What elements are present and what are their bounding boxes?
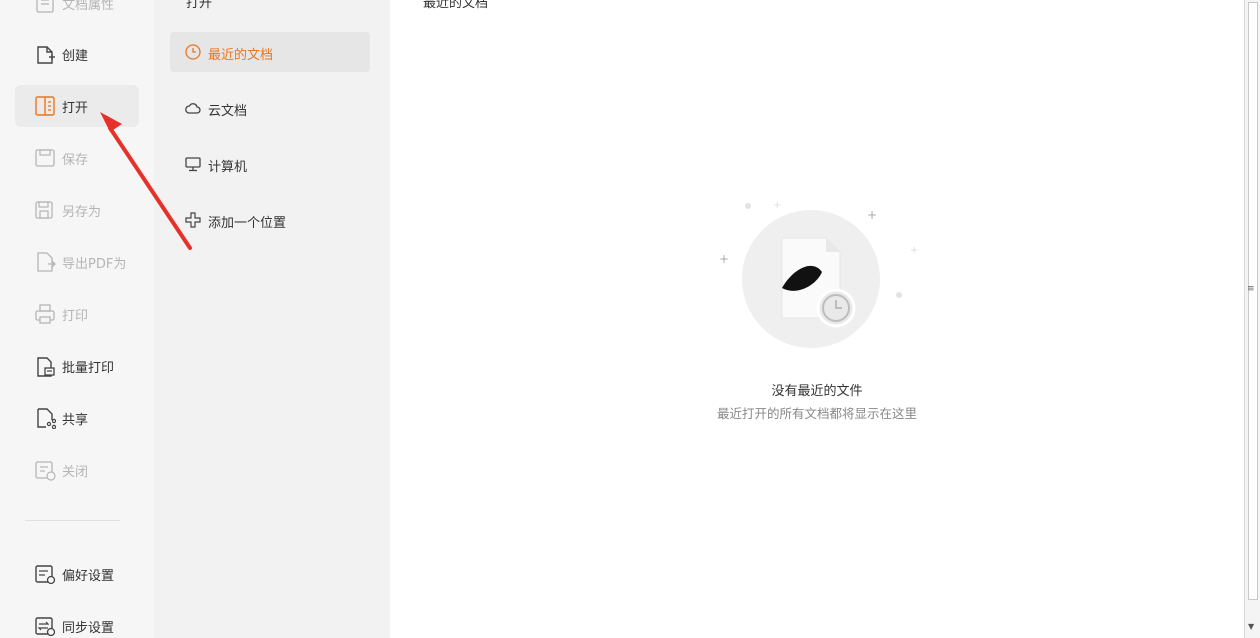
nav-item-label: 创建 <box>62 49 89 64</box>
nav-divider <box>25 520 120 521</box>
add-location-icon <box>185 212 201 228</box>
recent-documents-area: 最近的文档 + + + + 没有最近的文件 最近打开的所有文档都将显示在这里 <box>390 0 1244 638</box>
left-nav: 文档属性 创建 打开 保存 另存为 导出PDF为 打印 批量打印 共享 关闭 偏… <box>0 0 154 638</box>
svg-text:+: + <box>910 245 918 256</box>
nav-item-sync-settings[interactable]: 同步设置 <box>15 605 139 638</box>
close-doc-icon <box>35 461 56 481</box>
batch-print-icon <box>37 357 55 377</box>
open-location-panel: 打开 最近的文档 云文档 计算机 添加一个位置 <box>154 0 390 638</box>
nav-item-label: 打开 <box>62 101 89 116</box>
print-icon <box>35 304 55 324</box>
nav-item-share[interactable]: 共享 <box>15 397 139 439</box>
location-add-place[interactable]: 添加一个位置 <box>170 200 370 240</box>
save-as-icon <box>35 201 53 219</box>
page-title: 最近的文档 <box>423 0 489 11</box>
nav-item-label: 保存 <box>62 153 89 168</box>
save-icon <box>35 149 55 167</box>
nav-item-label: 同步设置 <box>62 621 115 636</box>
location-label: 云文档 <box>208 104 248 119</box>
document-properties-icon <box>36 0 54 13</box>
nav-item-close[interactable]: 关闭 <box>15 449 139 491</box>
location-label: 添加一个位置 <box>208 216 287 231</box>
cloud-icon <box>185 103 201 114</box>
nav-item-batch-print[interactable]: 批量打印 <box>15 345 139 387</box>
sync-settings-icon <box>35 617 56 637</box>
nav-item-preferences[interactable]: 偏好设置 <box>15 553 139 595</box>
location-label: 最近的文档 <box>208 48 274 63</box>
location-label: 计算机 <box>208 160 248 175</box>
create-file-icon <box>37 46 55 64</box>
nav-item-create[interactable]: 创建 <box>15 33 139 75</box>
panel-title: 打开 <box>186 0 213 11</box>
nav-item-label: 导出PDF为 <box>62 257 127 272</box>
nav-item-label: 共享 <box>62 413 89 428</box>
nav-item-label: 偏好设置 <box>62 569 115 584</box>
scroll-down-arrow-icon[interactable]: ▼ <box>1248 622 1254 631</box>
open-folder-icon <box>35 96 55 116</box>
share-icon <box>37 408 56 429</box>
preferences-icon <box>35 565 56 585</box>
empty-state-illustration: + + + + <box>719 200 918 348</box>
svg-text:+: + <box>773 200 781 211</box>
location-computer[interactable]: 计算机 <box>170 144 370 184</box>
empty-state-title: 没有最近的文件 <box>771 384 863 399</box>
computer-icon <box>185 157 201 172</box>
nav-item-open[interactable]: 打开 <box>15 85 139 127</box>
clock-icon <box>185 44 201 60</box>
svg-text:+: + <box>719 252 729 266</box>
nav-item-print[interactable]: 打印 <box>15 293 139 335</box>
vertical-scrollbar[interactable]: ≡ ▼ <box>1244 0 1260 638</box>
nav-item-label: 文档属性 <box>62 0 115 13</box>
location-recent-documents[interactable]: 最近的文档 <box>170 32 370 72</box>
nav-item-save-as[interactable]: 另存为 <box>15 189 139 231</box>
nav-item-label: 批量打印 <box>62 361 115 376</box>
scrollbar-thumb[interactable] <box>1248 2 1258 600</box>
nav-item-label: 打印 <box>62 309 89 324</box>
nav-item-save[interactable]: 保存 <box>15 137 139 179</box>
nav-item-document-properties[interactable]: 文档属性 <box>15 0 139 24</box>
nav-item-export-pdf[interactable]: 导出PDF为 <box>15 241 139 283</box>
location-cloud-documents[interactable]: 云文档 <box>170 88 370 128</box>
empty-state-subtitle: 最近打开的所有文档都将显示在这里 <box>716 406 917 421</box>
nav-item-label: 另存为 <box>62 205 102 220</box>
nav-item-label: 关闭 <box>62 465 89 480</box>
export-pdf-icon <box>37 252 56 272</box>
scrollbar-grip-icon: ≡ <box>1247 284 1255 294</box>
svg-text:+: + <box>867 208 877 222</box>
